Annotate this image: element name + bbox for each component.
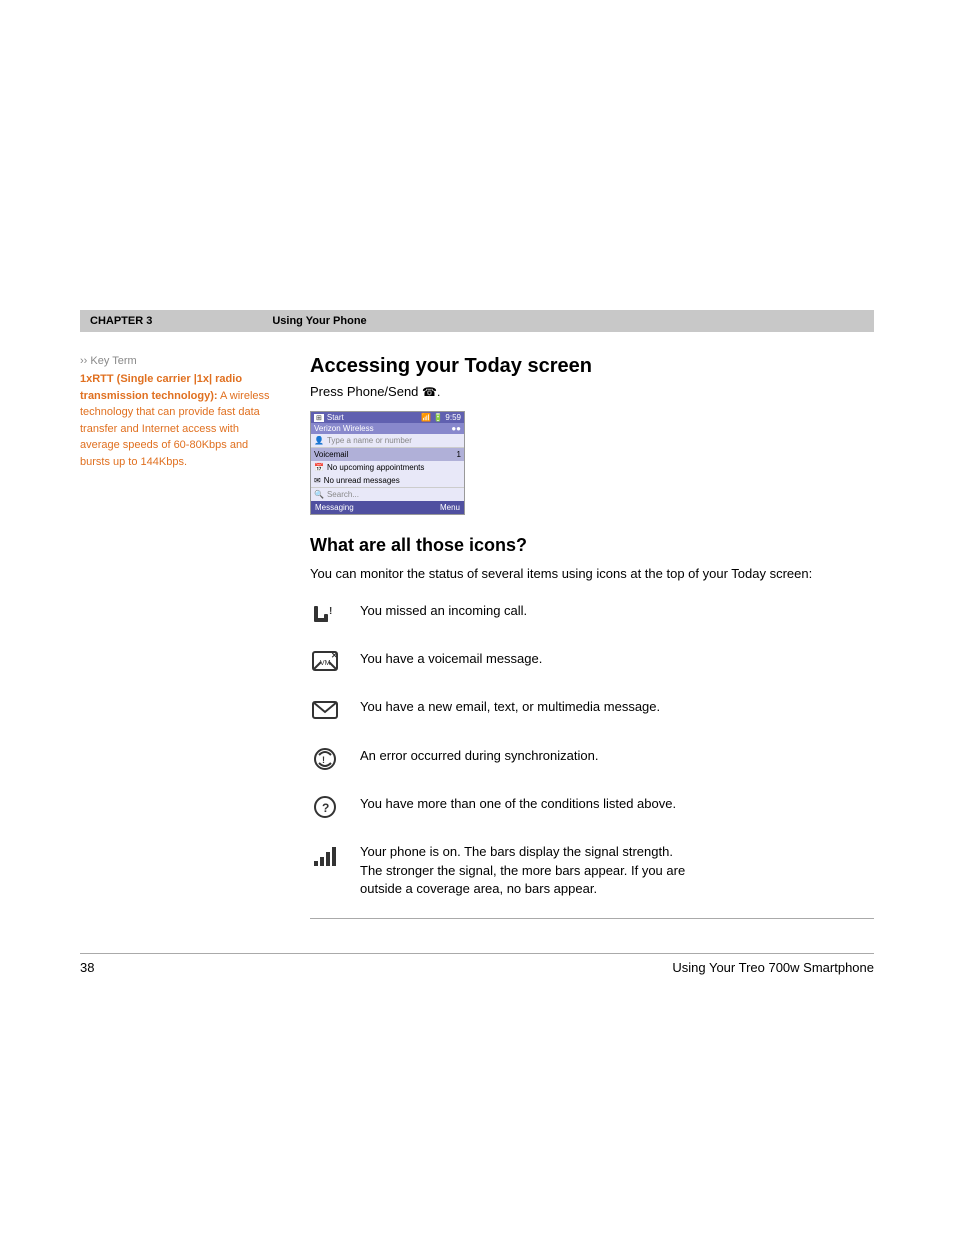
page-footer: 38 Using Your Treo 700w Smartphone <box>80 953 874 975</box>
phone-messages-text: No unread messages <box>324 476 400 485</box>
key-term-body: 1xRTT (Single carrier |1x| radio transmi… <box>80 371 280 470</box>
missed-call-icon: ! <box>310 600 340 634</box>
phone-search-row: 🔍 Search... <box>311 487 464 501</box>
phone-titlebar: ⊞ Start 📶 🔋 9:59 <box>311 412 464 423</box>
svg-text:?: ? <box>322 801 329 815</box>
phone-send-icon: ☎. <box>422 385 440 399</box>
footer-title: Using Your Treo 700w Smartphone <box>672 960 874 975</box>
phone-start-icon: ⊞ <box>314 414 324 422</box>
list-item: You have a new email, text, or multimedi… <box>310 696 874 730</box>
main-content: Accessing your Today screen Press Phone/… <box>310 355 874 919</box>
list-item: VM ✕ You have a voicemail message. <box>310 648 874 682</box>
chapter-title: Using Your Phone <box>272 315 366 327</box>
phone-status-icons: 📶 🔋 9:59 <box>421 413 461 422</box>
section2-title: What are all those icons? <box>310 535 874 556</box>
phone-messages-icon: ✉ <box>314 476 321 485</box>
svg-text:VM: VM <box>320 660 331 667</box>
phone-bottom-bar: Messaging Menu <box>311 501 464 514</box>
icon-list: ! You missed an incoming call. VM ✕ You … <box>310 600 874 899</box>
svg-text:!: ! <box>322 755 325 765</box>
signal-strength-description: Your phone is on. The bars display the s… <box>360 841 685 898</box>
phone-voicemail-row: Voicemail 1 <box>311 448 464 461</box>
section1-intro: Press Phone/Send ☎. <box>310 384 874 399</box>
phone-appointments-text: No upcoming appointments <box>327 463 424 472</box>
phone-start-label: Start <box>327 413 344 422</box>
phone-time: 9:59 <box>445 413 461 422</box>
voicemail-icon: VM ✕ <box>310 648 340 682</box>
footer-page-number: 38 <box>80 960 94 975</box>
list-item: ? You have more than one of the conditio… <box>310 793 874 827</box>
key-term-title: 1xRTT (Single carrier |1x| radio transmi… <box>80 373 242 402</box>
section-divider <box>310 918 874 919</box>
sync-error-icon: ! <box>310 745 340 779</box>
svg-text:!: ! <box>329 606 332 617</box>
phone-type-text: Type a name or number <box>327 436 412 445</box>
chapter-label: CHAPTER 3 <box>90 315 152 327</box>
phone-appointments-row: 📅 No upcoming appointments <box>311 461 464 474</box>
page: CHAPTER 3 Using Your Phone Key Term 1xRT… <box>0 0 954 1235</box>
missed-call-description: You missed an incoming call. <box>360 600 527 620</box>
phone-bottom-right: Menu <box>440 503 460 512</box>
multiple-conditions-icon: ? <box>310 793 340 827</box>
phone-bottom-left: Messaging <box>315 503 354 512</box>
list-item: ! An error occurred during synchronizati… <box>310 745 874 779</box>
phone-voicemail-count: 1 <box>457 450 461 459</box>
section1-title: Accessing your Today screen <box>310 355 874 378</box>
phone-voicemail-label: Voicemail <box>314 450 348 459</box>
list-item: ! You missed an incoming call. <box>310 600 874 634</box>
voicemail-description: You have a voicemail message. <box>360 648 542 668</box>
phone-search-icon: 🔍 <box>314 490 324 499</box>
key-term-header: Key Term <box>80 355 280 367</box>
svg-text:✕: ✕ <box>331 651 338 660</box>
phone-status-dot: ●● <box>451 424 461 433</box>
signal-strength-icon <box>310 841 340 875</box>
email-description: You have a new email, text, or multimedi… <box>360 696 660 716</box>
phone-type-icon: 👤 <box>314 436 324 445</box>
phone-appointments-icon: 📅 <box>314 463 324 472</box>
email-icon <box>310 696 340 730</box>
sync-error-description: An error occurred during synchronization… <box>360 745 598 765</box>
phone-type-row: 👤 Type a name or number <box>311 434 464 448</box>
multiple-conditions-description: You have more than one of the conditions… <box>360 793 676 813</box>
phone-carrier: Verizon Wireless <box>314 424 374 433</box>
list-item: Your phone is on. The bars display the s… <box>310 841 874 898</box>
phone-messages-row: ✉ No unread messages <box>311 474 464 487</box>
phone-search-text: Search... <box>327 490 359 499</box>
sidebar: Key Term 1xRTT (Single carrier |1x| radi… <box>80 355 280 470</box>
phone-screen-mockup: ⊞ Start 📶 🔋 9:59 Verizon Wireless ●● 👤 T… <box>310 411 465 515</box>
phone-status-row: Verizon Wireless ●● <box>311 423 464 434</box>
section2-intro: You can monitor the status of several it… <box>310 564 874 584</box>
chapter-bar: CHAPTER 3 Using Your Phone <box>80 310 874 332</box>
